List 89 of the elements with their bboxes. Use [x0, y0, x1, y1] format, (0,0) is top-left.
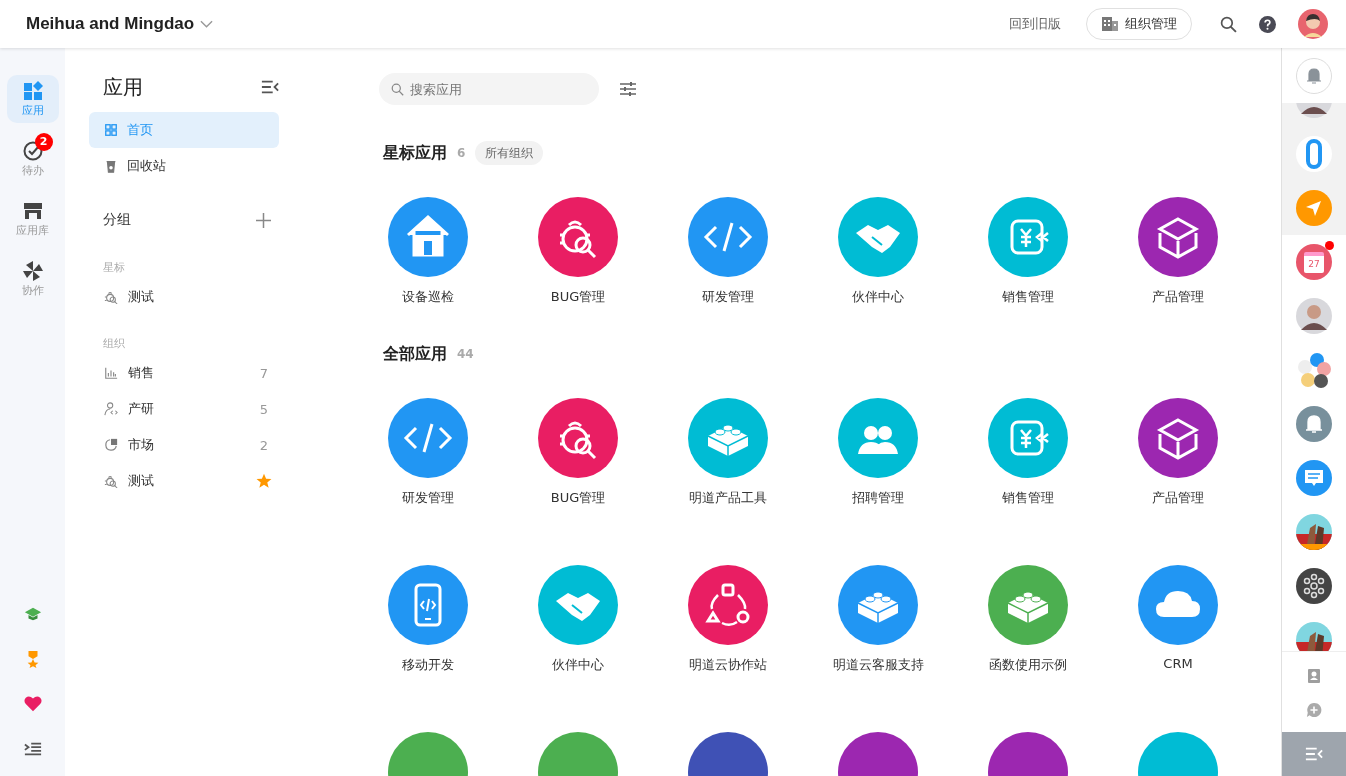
- app-icon[interactable]: [838, 565, 918, 645]
- app-count: 2: [258, 437, 270, 453]
- trash-icon: [104, 159, 118, 173]
- collapse-dock-button[interactable]: [1282, 732, 1346, 776]
- group-item[interactable]: 测试: [89, 279, 279, 315]
- network-icon[interactable]: [1296, 568, 1332, 604]
- filter-icon[interactable]: [619, 81, 637, 97]
- app-name[interactable]: 研发管理: [702, 288, 754, 306]
- app-name[interactable]: 产品管理: [1152, 489, 1204, 507]
- old-version-link[interactable]: 回到旧版: [1009, 15, 1061, 33]
- app-icon[interactable]: [388, 565, 468, 645]
- section-title: 星标应用: [383, 142, 447, 164]
- app-name[interactable]: 明道产品工具: [689, 489, 767, 507]
- calendar-day: 27: [1304, 251, 1324, 273]
- graduation-cap-icon[interactable]: [23, 605, 42, 623]
- add-chat-icon[interactable]: [1306, 702, 1322, 718]
- bug-icon: [104, 474, 118, 488]
- app-name[interactable]: BUG管理: [550, 288, 606, 306]
- app-name[interactable]: 伙伴中心: [852, 288, 904, 306]
- calendar-icon[interactable]: 27: [1296, 244, 1332, 280]
- app-icon[interactable]: [688, 197, 768, 277]
- app-name[interactable]: 明道云协作站: [689, 656, 767, 674]
- app-icon[interactable]: [688, 565, 768, 645]
- bell-icon[interactable]: [1296, 406, 1332, 442]
- collapse-menu-icon: [1305, 747, 1323, 761]
- section-title: 全部应用: [383, 343, 447, 365]
- app-name[interactable]: 销售管理: [1002, 489, 1054, 507]
- group-item[interactable]: 产研: [128, 400, 154, 418]
- app-name[interactable]: 产品管理: [1152, 288, 1204, 306]
- pinwheel-icon: [22, 260, 43, 281]
- org-filter-tag[interactable]: 所有组织: [475, 141, 544, 165]
- app-icon[interactable]: [538, 197, 618, 277]
- app-count: 6: [457, 146, 466, 160]
- star-icon[interactable]: [256, 473, 272, 489]
- search-field[interactable]: 搜索应用: [379, 73, 599, 105]
- org-switcher[interactable]: Meihua and Mingdao: [26, 14, 214, 34]
- notification-bell-icon[interactable]: [1296, 57, 1332, 94]
- bug-icon: [104, 290, 118, 304]
- apps-icon: [22, 80, 43, 101]
- store-icon: [22, 200, 43, 221]
- sidebar-nav-item[interactable]: 回收站: [89, 148, 279, 184]
- send-icon[interactable]: [1296, 190, 1332, 226]
- app-icon[interactable]: [1138, 398, 1218, 478]
- search-icon: [391, 83, 404, 96]
- count-badge: 2: [34, 132, 53, 151]
- group-item[interactable]: 测试: [128, 472, 154, 490]
- app-name[interactable]: 销售管理: [1002, 288, 1054, 306]
- expand-menu-icon[interactable]: [23, 740, 42, 758]
- app-icon[interactable]: [1138, 565, 1218, 645]
- sidebar-title: 应用: [103, 73, 143, 101]
- app-icon[interactable]: [1138, 197, 1218, 277]
- app-name[interactable]: 移动开发: [402, 656, 454, 674]
- avatar[interactable]: [1296, 298, 1332, 334]
- app-count: 5: [258, 401, 270, 417]
- chevron-down-icon: [200, 20, 214, 28]
- app-icon[interactable]: [388, 398, 468, 478]
- app-name[interactable]: 设备巡检: [402, 288, 454, 306]
- app-name[interactable]: 研发管理: [402, 489, 454, 507]
- search-icon[interactable]: [1220, 15, 1237, 33]
- section-label: 星标: [102, 259, 126, 276]
- user-avatar[interactable]: [1298, 9, 1328, 39]
- app-name[interactable]: 函数使用示例: [989, 656, 1067, 674]
- group-avatar[interactable]: [1296, 352, 1332, 388]
- app-icon[interactable]: [538, 398, 618, 478]
- contacts-icon[interactable]: [1306, 668, 1322, 684]
- ring-logo-icon[interactable]: [1296, 136, 1332, 172]
- grid-icon: [104, 123, 118, 137]
- app-name[interactable]: CRM: [1163, 656, 1193, 671]
- add-icon[interactable]: [256, 212, 271, 228]
- collapse-menu-icon[interactable]: [261, 80, 279, 94]
- app-icon[interactable]: [388, 197, 468, 277]
- app-count: 44: [457, 347, 474, 361]
- message-icon[interactable]: [1296, 460, 1332, 496]
- section-label: 组织: [102, 335, 126, 352]
- user-code-icon: [104, 402, 118, 416]
- app-name[interactable]: 招聘管理: [852, 489, 904, 507]
- app-name[interactable]: 伙伴中心: [552, 656, 604, 674]
- group-item[interactable]: 销售: [128, 364, 154, 382]
- bar-chart-icon: [104, 366, 118, 380]
- pie-chart-icon: [104, 438, 118, 452]
- app-count: 7: [258, 365, 270, 381]
- app-name[interactable]: BUG管理: [550, 489, 606, 507]
- app-name[interactable]: 明道云客服支持: [832, 656, 924, 674]
- help-icon[interactable]: [1259, 15, 1276, 33]
- building-icon: [1101, 16, 1119, 32]
- heart-icon[interactable]: [23, 695, 42, 713]
- section-title: 分组: [103, 211, 131, 229]
- group-item[interactable]: 市场: [128, 436, 154, 454]
- rail-tab[interactable]: 2 待办: [6, 135, 59, 183]
